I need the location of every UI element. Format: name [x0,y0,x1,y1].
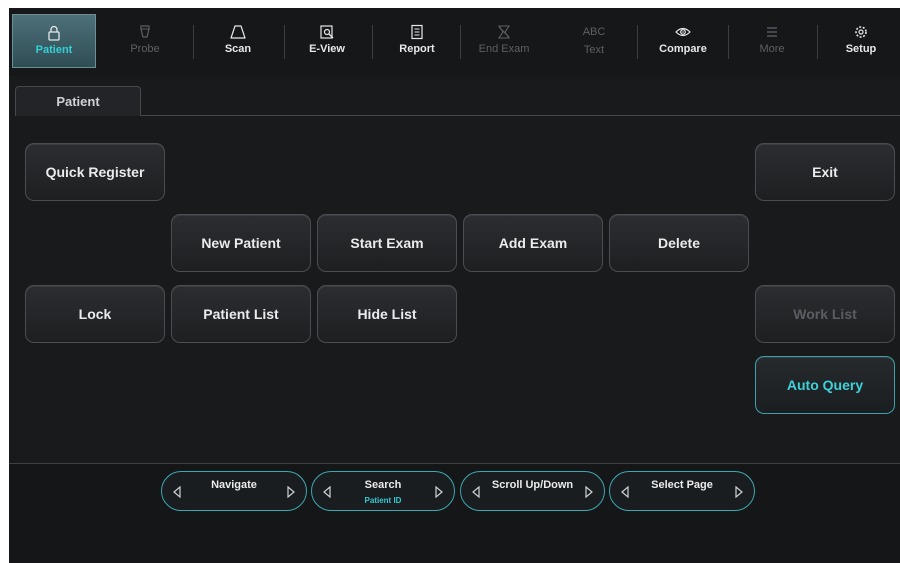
start-exam-button[interactable]: Start Exam [317,214,457,272]
toolbar-eview-button[interactable]: E-View [285,14,369,68]
toolbar-probe-button[interactable]: Probe [103,14,187,68]
toolbar-divider [372,25,373,59]
arrow-right-icon[interactable] [584,486,594,498]
work-list-button[interactable]: Work List [755,285,895,343]
ultrasound-screen: Patient Probe Scan E-View Report End Exa… [9,8,900,563]
softkey-bar [9,464,900,563]
search-value: Patient ID [364,496,402,505]
new-patient-button[interactable]: New Patient [171,214,311,272]
toolbar-end-exam-label: End Exam [478,43,530,55]
toolbar-patient-label: Patient [35,44,73,56]
toolbar-setup-button[interactable]: Setup [819,14,900,68]
select-page-label: Select Page [651,479,713,491]
toolbar-divider [460,25,461,59]
scroll-softkey[interactable]: Scroll Up/Down [460,471,605,511]
toolbar-compare-button[interactable]: Compare [641,14,725,68]
exit-button[interactable]: Exit [755,143,895,201]
eview-icon [320,25,334,39]
toolbar-divider [728,25,729,59]
navigate-label: Navigate [211,479,257,491]
abc-text-icon: ABC [582,26,606,38]
lock-icon [48,25,60,41]
hide-list-button[interactable]: Hide List [317,285,457,343]
toolbar-eview-label: E-View [309,43,345,55]
search-softkey[interactable]: Search Patient ID [311,471,455,511]
toolbar-scan-label: Scan [224,43,252,55]
navigate-softkey[interactable]: Navigate [161,471,307,511]
patient-panel: Quick Register Exit New Patient Start Ex… [9,116,900,463]
arrow-right-icon[interactable] [286,486,296,498]
toolbar-compare-label: Compare [659,43,707,55]
toolbar-divider [193,25,194,59]
toolbar-report-button[interactable]: Report [375,14,459,68]
patient-list-button[interactable]: Patient List [171,285,311,343]
arrow-right-icon[interactable] [434,486,444,498]
end-exam-icon [497,25,511,39]
toolbar-more-button[interactable]: More [730,14,814,68]
toolbar-patient-button[interactable]: Patient [12,14,96,68]
toolbar-scan-button[interactable]: Scan [196,14,280,68]
toolbar-setup-label: Setup [845,43,877,55]
lock-button[interactable]: Lock [25,285,165,343]
toolbar-text-label: Text [583,44,605,56]
toolbar-more-label: More [759,43,785,55]
toolbar-divider [817,25,818,59]
select-page-softkey[interactable]: Select Page [609,471,755,511]
tab-patient[interactable]: Patient [15,86,141,119]
report-icon [411,24,423,40]
eye-icon [675,27,691,37]
quick-register-button[interactable]: Quick Register [25,143,165,201]
scroll-label: Scroll Up/Down [491,479,574,491]
toolbar-probe-label: Probe [130,43,160,55]
probe-icon [140,25,150,38]
toolbar-end-exam-button[interactable]: End Exam [462,14,546,68]
add-exam-button[interactable]: Add Exam [463,214,603,272]
delete-button[interactable]: Delete [609,214,749,272]
top-toolbar: Patient Probe Scan E-View Report End Exa… [9,8,900,76]
arrow-right-icon[interactable] [734,486,744,498]
toolbar-report-label: Report [399,43,435,55]
auto-query-button[interactable]: Auto Query [755,356,895,414]
search-label: Search [364,479,402,491]
scan-icon [230,25,246,39]
toolbar-divider [637,25,638,59]
toolbar-text-button[interactable]: ABC Text [552,14,636,68]
gear-icon [855,26,867,38]
menu-icon [767,27,777,37]
